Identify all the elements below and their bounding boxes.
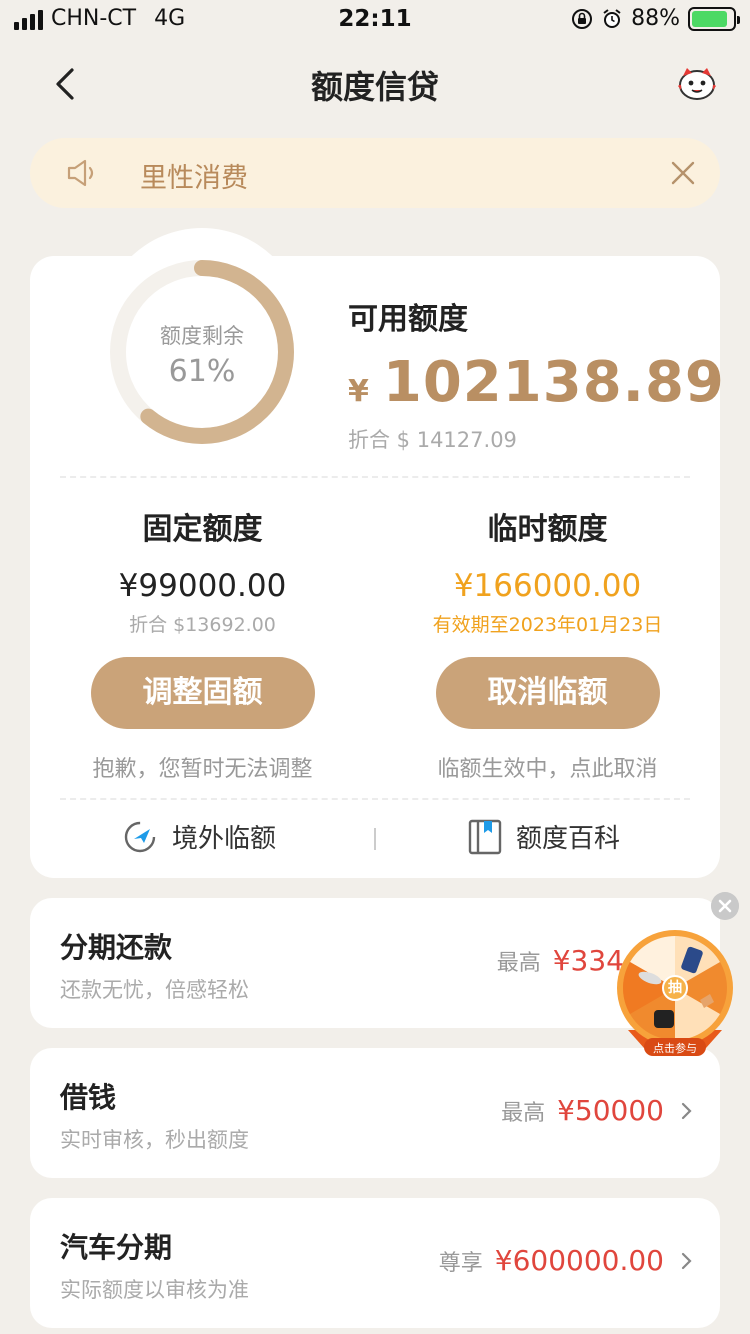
available-currency: ¥ [348,374,369,409]
wheel-cta-label: 点击参与 [653,1042,697,1055]
row-title: 分期还款 [60,931,173,964]
row-title: 借钱 [60,1081,117,1114]
link-separator [374,828,376,850]
row-prefix: 尊享 [438,1250,483,1276]
plane-icon [124,821,156,852]
row-prefix: 最高 [501,1100,546,1126]
battery-icon [688,6,740,31]
battery-percent: 88% [631,6,680,31]
book-icon [468,819,502,854]
available-value: 102138.89 [382,350,725,415]
row-amount: ¥50000 [557,1094,664,1127]
quota-card: 额度剩余 61% 可用额度 ¥ 102138.89 折合 $ 14127.09 … [30,228,724,878]
fixed-quota-usd: 折合 $13692.00 [129,614,276,636]
alarm-icon [603,8,621,28]
lucky-wheel-widget[interactable]: 抽 点击参与 [614,930,736,1060]
quota-encyclopedia-label: 额度百科 [516,824,621,854]
list-item[interactable]: 借钱 实时审核，秒出额度 最高 ¥50000 [30,1048,720,1178]
nav-bar: 额度信贷 [0,50,750,116]
close-icon[interactable] [670,160,696,186]
fixed-quota-title: 固定额度 [142,512,263,547]
chevron-right-icon [681,1252,692,1269]
cancel-temp-button[interactable]: 取消临额 [435,657,660,729]
orientation-lock-icon [572,8,593,29]
battery-fill [692,10,728,27]
wheel-center-label: 抽 [668,980,682,996]
row-title: 汽车分期 [60,1231,173,1264]
speaker-icon [67,159,94,187]
row-right: 最高 ¥334 [497,944,624,977]
row-right: 尊享 ¥600000.00 [439,1244,694,1277]
list-item[interactable]: 汽车分期 实际额度以审核为准 尊享 ¥600000.00 [30,1198,720,1328]
chevron-right-icon [681,1102,692,1119]
row-prefix: 最高 [496,950,541,976]
page-title: 额度信贷 [310,68,439,106]
ring-value: 61% [168,354,236,389]
fixed-quota-column: 固定额度 ¥99000.00 折合 $13692.00 调整固额 抱歉，您暂时无… [30,504,375,783]
status-bar: CHN-CT 4G 22:11 88% [0,0,750,40]
status-right: 88% [571,6,740,31]
row-subtitle: 还款无忧，倍感轻松 [60,978,249,1002]
row-subtitle: 实时审核，秒出额度 [60,1128,249,1152]
row-right: 最高 ¥50000 [501,1094,694,1127]
adjust-fixed-button[interactable]: 调整固额 [90,657,315,729]
available-amount: ¥ 102138.89 [348,350,725,415]
available-usd: 折合 $ 14127.09 [348,428,517,452]
divider [60,476,690,478]
notice-bar[interactable]: 里性消费 [30,138,720,208]
quota-ring-chart [110,260,294,444]
notice-text: 里性消费 [140,163,248,194]
fixed-quota-amount: ¥99000.00 [118,568,287,604]
temp-quota-amount: ¥166000.00 [453,568,642,604]
row-subtitle: 实际额度以审核为准 [60,1278,249,1302]
overseas-temp-label: 境外临额 [172,824,277,854]
quota-encyclopedia-link[interactable]: 额度百科 [468,818,620,855]
ring-label: 额度剩余 [160,324,244,348]
fixed-quota-note: 抱歉，您暂时无法调整 [92,757,313,782]
mascot-icon[interactable] [674,60,720,106]
temp-quota-note[interactable]: 临额生效中，点此取消 [375,751,720,783]
overseas-temp-link[interactable]: 境外临额 [122,818,276,855]
wheel-close-icon[interactable] [711,892,739,920]
temp-quota-column: 临时额度 ¥166000.00 有效期至2023年01月23日 取消临额 临额生… [375,504,720,783]
temp-quota-title: 临时额度 [487,512,608,547]
divider [60,798,690,800]
row-amount: ¥600000.00 [494,1244,664,1277]
available-title: 可用额度 [348,302,468,337]
temp-quota-validity: 有效期至2023年01月23日 [432,614,663,636]
